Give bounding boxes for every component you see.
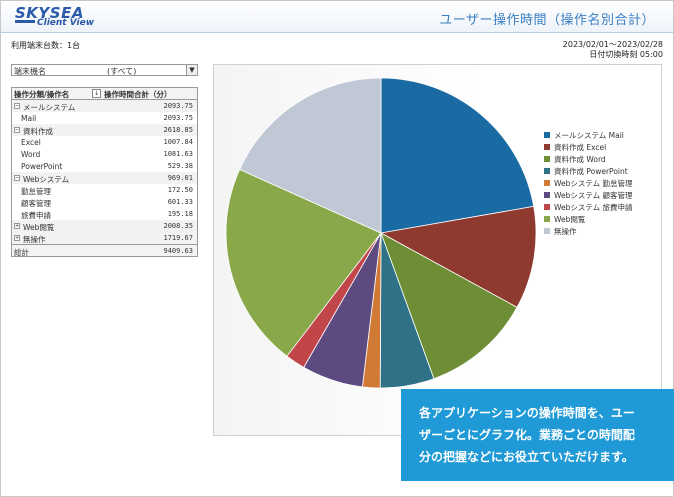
row-name: 無操作: [23, 234, 46, 244]
legend-swatch: [544, 180, 550, 186]
row-value: 969.01: [167, 173, 193, 182]
legend-swatch: [544, 228, 550, 234]
terminal-filter-dropdown[interactable]: 端末機名 (すべて) ▼: [11, 64, 198, 76]
table-row: PowerPoint 529.38: [12, 160, 197, 172]
row-value: 2618.85: [163, 125, 193, 134]
legend-swatch: [544, 168, 550, 174]
legend-label: Webシステム 顧客管理: [554, 191, 633, 200]
legend-swatch: [544, 216, 550, 222]
row-value: 2093.75: [163, 113, 193, 122]
row-name: 旅費申請: [21, 210, 51, 220]
report-window: SKYSEA Client View ユーザー操作時間（操作名別合計） 利用端末…: [0, 0, 674, 497]
filter-value: (すべて): [107, 67, 137, 76]
row-name: Excel: [21, 137, 41, 147]
expand-icon[interactable]: +: [14, 223, 20, 229]
row-value: 195.18: [167, 209, 193, 218]
table-total-row: 総計 9409.63: [12, 244, 197, 257]
table-row[interactable]: + Web閲覧 2008.35: [12, 220, 197, 232]
legend-label: Webシステム 旅費申請: [554, 203, 633, 212]
collapse-icon[interactable]: −: [14, 127, 20, 133]
legend-swatch: [544, 204, 550, 210]
callout-line-2: ザーごとにグラフ化。業務ごとの時間配: [419, 428, 635, 442]
column-header-operation: 操作分類/操作名: [14, 90, 70, 99]
row-value: 2093.75: [163, 101, 193, 110]
logo-subtext: Client View: [37, 18, 95, 28]
table-row: 顧客管理 601.33: [12, 196, 197, 208]
table-row[interactable]: − 資料作成 2618.85: [12, 124, 197, 136]
day-switch-time: 日付切換時刻 05:00: [589, 50, 663, 59]
table-row[interactable]: + 無操作 1719.67: [12, 232, 197, 244]
sort-icon[interactable]: ↓: [92, 89, 101, 98]
skysea-logo: SKYSEA Client View: [15, 4, 107, 30]
logo-underline: [15, 20, 35, 23]
row-name: Mail: [21, 113, 37, 123]
table-body: − メールシステム 2093.75 Mail 2093.75− 資料作成 2618.85 Ex…: [12, 100, 197, 244]
legend-label: 資料作成 Excel: [554, 143, 607, 152]
collapse-icon[interactable]: −: [14, 175, 20, 181]
legend-label: メールシステム Mail: [554, 131, 624, 140]
row-value: 1007.84: [163, 137, 193, 146]
table-row: Excel 1007.84: [12, 136, 197, 148]
feature-callout: 各アプリケーションの操作時間を、ユー ザーごとにグラフ化。業務ごとの時間配 分の…: [401, 389, 674, 481]
filter-label: 端末機名: [14, 67, 46, 76]
callout-line-1: 各アプリケーションの操作時間を、ユー: [419, 406, 635, 420]
row-value: 529.38: [167, 161, 193, 170]
row-value: 601.33: [167, 197, 193, 206]
column-header-time: 操作時間合計（分）: [104, 90, 172, 99]
row-name: メールシステム: [23, 102, 76, 112]
expand-icon[interactable]: +: [14, 235, 20, 241]
row-value: 172.50: [167, 185, 193, 194]
total-value: 9409.63: [163, 246, 193, 255]
row-value: 2008.35: [163, 221, 193, 230]
legend-swatch: [544, 144, 550, 150]
chevron-down-icon[interactable]: ▼: [186, 65, 197, 75]
table-row: 勤怠管理 172.50: [12, 184, 197, 196]
operation-time-table: 操作分類/操作名 ↓ 操作時間合計（分） − メールシステム 2093.75 Mail…: [11, 87, 198, 257]
row-name: Web閲覧: [23, 222, 55, 232]
total-label: 総計: [14, 247, 29, 257]
row-name: 顧客管理: [21, 198, 51, 208]
date-range-info: 2023/02/01～2023/02/28 日付切換時刻 05:00: [563, 40, 663, 60]
table-header: 操作分類/操作名 ↓ 操作時間合計（分）: [12, 88, 197, 100]
table-row: 旅費申請 195.18: [12, 208, 197, 220]
legend-swatch: [544, 132, 550, 138]
row-value: 1719.67: [163, 233, 193, 242]
legend-label: Webシステム 勤怠管理: [554, 179, 633, 188]
legend-label: Web閲覧: [554, 215, 586, 224]
row-value: 1081.63: [163, 149, 193, 158]
pie-chart-panel: メールシステム Mail 資料作成 Excel 資料作成 Word 資料作成 Powe…: [213, 64, 662, 436]
date-range: 2023/02/01～2023/02/28: [562, 40, 663, 49]
row-name: 資料作成: [23, 126, 53, 136]
legend-label: 資料作成 Word: [554, 155, 606, 164]
row-name: 勤怠管理: [21, 186, 51, 196]
legend-label: 無操作: [554, 227, 577, 236]
page-title: ユーザー操作時間（操作名別合計）: [439, 13, 655, 28]
legend-swatch: [544, 192, 550, 198]
table-row[interactable]: − メールシステム 2093.75: [12, 100, 197, 112]
callout-line-3: 分の把握などにお役立ていただけます。: [419, 450, 634, 464]
collapse-icon[interactable]: −: [14, 103, 20, 109]
legend-swatch: [544, 156, 550, 162]
row-name: PowerPoint: [21, 161, 63, 171]
table-row: Word 1081.63: [12, 148, 197, 160]
row-name: Webシステム: [23, 174, 70, 184]
terminal-count: 利用端末台数：1台: [11, 41, 81, 50]
table-row: Mail 2093.75: [12, 112, 197, 124]
header-bar: SKYSEA Client View ユーザー操作時間（操作名別合計）: [1, 1, 673, 33]
pie-slice: [380, 77, 535, 234]
table-row[interactable]: − Webシステム 969.01: [12, 172, 197, 184]
row-name: Word: [21, 149, 41, 159]
legend-label: 資料作成 PowerPoint: [554, 167, 628, 176]
pie-chart: [225, 77, 537, 389]
